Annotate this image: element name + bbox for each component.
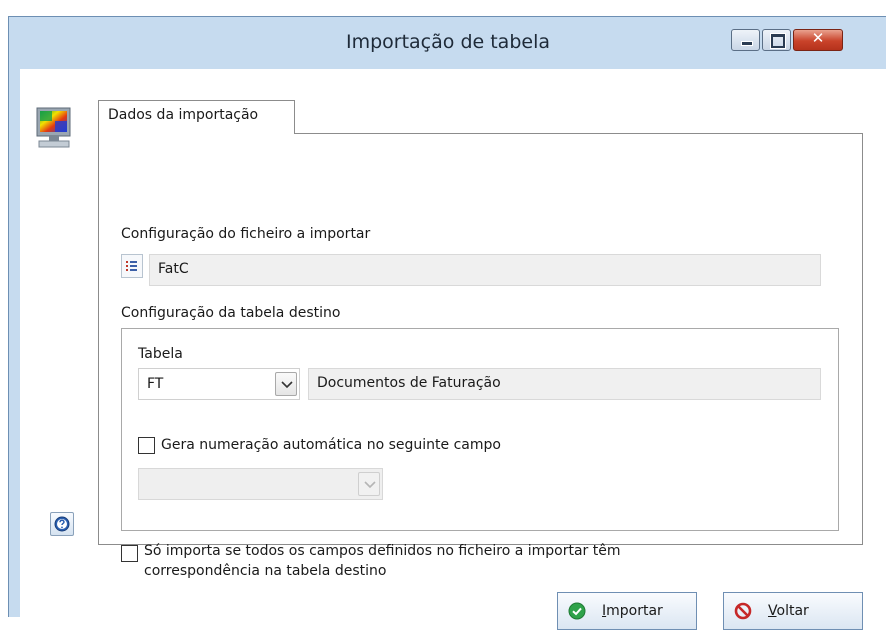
minimize-icon (741, 41, 753, 46)
import-button[interactable]: Importar (557, 592, 697, 630)
import-table-window: Importação de tabela ✕ Dados da importaç… (8, 16, 886, 630)
maximize-icon (771, 34, 785, 48)
only-import-label-line1: Só importa se todos os campos definidos … (144, 543, 621, 559)
help-button[interactable] (50, 512, 74, 536)
import-data-panel: Configuração do ficheiro a importar FatC… (98, 133, 863, 579)
maximize-button[interactable] (762, 29, 791, 51)
minimize-button[interactable] (731, 29, 760, 51)
table-code-select[interactable]: FT (138, 368, 300, 400)
check-circle-icon (568, 602, 586, 620)
file-config-list-button[interactable] (121, 254, 143, 278)
no-entry-icon (734, 602, 752, 620)
auto-numbering-dropdown-button[interactable] (358, 472, 380, 496)
tab-import-data[interactable]: Dados da importação (98, 100, 295, 134)
dest-config-group: Tabela FT Documentos de Faturação Gera n… (121, 328, 839, 531)
auto-numbering-checkbox[interactable] (138, 437, 155, 454)
table-code-value: FT (147, 376, 164, 392)
close-button[interactable]: ✕ (793, 29, 843, 51)
close-icon: ✕ (811, 29, 825, 47)
file-config-field[interactable]: FatC (149, 254, 821, 286)
dest-config-label: Configuração da tabela destino (121, 305, 341, 321)
table-code-dropdown-button[interactable] (275, 372, 297, 396)
table-name-value: Documentos de Faturação (317, 375, 501, 391)
table-label: Tabela (138, 346, 183, 362)
title-bar[interactable]: Importação de tabela ✕ (9, 17, 886, 69)
chevron-down-icon (364, 481, 376, 489)
chevron-down-icon (281, 381, 293, 389)
only-import-label-line2: correspondência na tabela destino (144, 563, 387, 579)
only-import-checkbox[interactable] (121, 545, 138, 562)
tab-label: Dados da importação (108, 107, 259, 123)
file-config-value: FatC (158, 261, 189, 277)
dialog-body: Dados da importação Configuração do fich… (20, 69, 886, 630)
auto-numbering-label: Gera numeração automática no seguinte ca… (161, 437, 501, 453)
back-button[interactable]: Voltar (723, 592, 863, 630)
list-icon (126, 261, 137, 271)
file-config-label: Configuração do ficheiro a importar (121, 226, 371, 242)
table-name-field: Documentos de Faturação (308, 368, 821, 400)
help-icon (54, 516, 70, 532)
monitor-icon (35, 107, 73, 151)
auto-numbering-field-select[interactable] (138, 468, 383, 500)
